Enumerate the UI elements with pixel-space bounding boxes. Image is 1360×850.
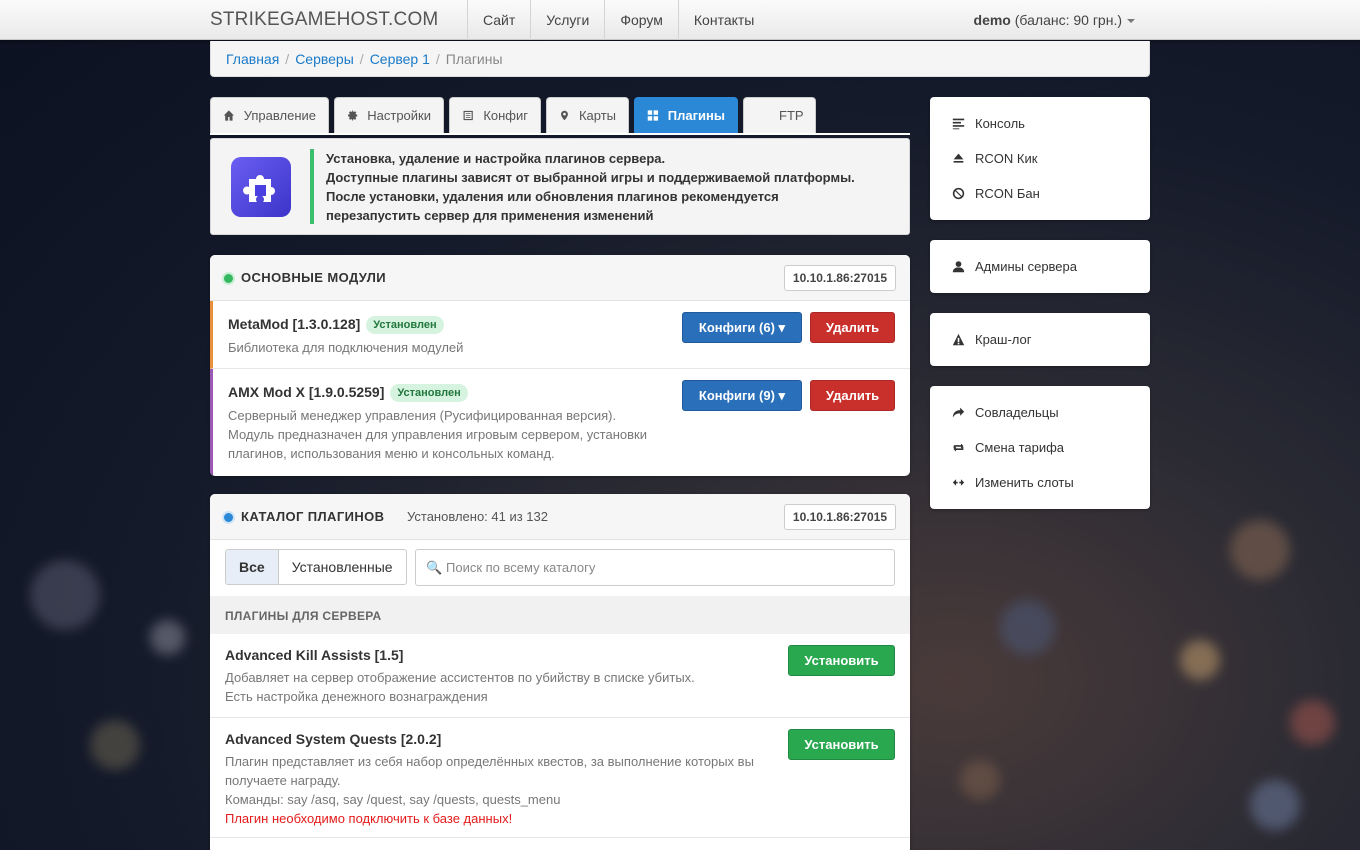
sidebar-item-crashlog[interactable]: Краш-лог bbox=[930, 322, 1150, 357]
tab-config[interactable]: Конфиг bbox=[449, 97, 541, 133]
user-name: demo bbox=[973, 12, 1011, 28]
catalog-filter: Все Установленные bbox=[225, 549, 407, 585]
filter-installed[interactable]: Установленные bbox=[279, 550, 406, 584]
server-ip: 10.10.1.86:27015 bbox=[783, 265, 896, 291]
tab-settings[interactable]: Настройки bbox=[334, 97, 444, 133]
module-name: MetaMod [1.3.0.128] bbox=[228, 316, 361, 332]
catalog-header: КАТАЛОГ ПЛАГИНОВ Установлено: 41 из 132 … bbox=[210, 494, 910, 540]
sidebar-item-admins[interactable]: Админы сервера bbox=[930, 249, 1150, 284]
breadcrumb: Главная / Серверы / Сервер 1/Плагины bbox=[210, 41, 1150, 77]
core-modules-title: ОСНОВНЫЕ МОДУЛИ bbox=[241, 270, 387, 285]
module-name: AMX Mod X [1.9.0.5259] bbox=[228, 384, 385, 400]
install-button[interactable]: Установить bbox=[788, 729, 895, 760]
nav-site[interactable]: Сайт bbox=[467, 0, 530, 40]
module-row: AMX Mod X [1.9.0.5259] Установлен Серверн… bbox=[210, 369, 910, 476]
breadcrumb-server[interactable]: Сервер 1 bbox=[370, 51, 430, 67]
tab-plugins[interactable]: Плагины bbox=[634, 97, 738, 133]
catalog-search-input[interactable]: 🔍 Поиск по всему каталогу bbox=[415, 549, 895, 586]
user-balance: (баланс: 90 грн.) bbox=[1014, 12, 1122, 28]
repeat-icon bbox=[953, 443, 964, 452]
tab-management[interactable]: Управление bbox=[210, 97, 329, 133]
sidebar-item-rcon-kick[interactable]: RCON Кик bbox=[930, 141, 1150, 176]
user-menu[interactable]: demo (баланс: 90 грн.) bbox=[974, 12, 1135, 28]
plugin-row: Advanced Kill Assists [1.5] Добавляет на… bbox=[210, 634, 910, 718]
configs-button[interactable]: Конфиги (6) ▾ bbox=[682, 312, 802, 343]
top-navbar: STRIKEGAMEHOST.COM Сайт Услуги Форум Кон… bbox=[0, 0, 1360, 40]
installed-badge: Установлен bbox=[366, 316, 444, 335]
ban-icon bbox=[952, 187, 965, 200]
sidebar-item-change-tariff[interactable]: Смена тарифа bbox=[930, 430, 1150, 465]
plugin-desc: Добавляет на сервер отображение ассистен… bbox=[225, 670, 695, 704]
nav-contacts[interactable]: Контакты bbox=[677, 0, 769, 40]
warning-icon bbox=[952, 333, 965, 346]
breadcrumb-home[interactable]: Главная bbox=[226, 51, 279, 67]
core-modules-panel: ОСНОВНЫЕ МОДУЛИ 10.10.1.86:27015 MetaMod… bbox=[210, 255, 910, 476]
info-accent-bar bbox=[310, 149, 314, 224]
module-desc: Серверный менеджер управления (Русифицир… bbox=[228, 408, 647, 461]
eject-icon bbox=[953, 153, 964, 163]
module-row: MetaMod [1.3.0.128] Установлен Библиотека… bbox=[210, 301, 910, 369]
plugin-catalog-panel: КАТАЛОГ ПЛАГИНОВ Установлено: 41 из 132 … bbox=[210, 494, 910, 850]
server-ip: 10.10.1.86:27015 bbox=[783, 504, 896, 530]
plugin-desc: Плагин представляет из себя набор опреде… bbox=[225, 752, 765, 828]
nav-services[interactable]: Услуги bbox=[530, 0, 604, 40]
configs-button[interactable]: Конфиги (9) ▾ bbox=[682, 380, 802, 411]
console-icon bbox=[952, 118, 965, 130]
delete-button[interactable]: Удалить bbox=[810, 312, 895, 343]
plugin-name: Advanced Kill Assists [1.5] bbox=[225, 647, 404, 663]
home-icon bbox=[223, 110, 234, 121]
delete-button[interactable]: Удалить bbox=[810, 380, 895, 411]
module-desc: Библиотека для подключения модулей bbox=[228, 340, 464, 355]
caret-down-icon bbox=[1127, 19, 1135, 24]
section-heading: ПЛАГИНЫ ДЛЯ СЕРВЕРА bbox=[210, 596, 910, 634]
sidebar-item-rcon-ban[interactable]: RCON Бан bbox=[930, 176, 1150, 211]
sidebar-account-group: Совладельцы Смена тарифа Изменить слоты bbox=[930, 386, 1150, 509]
sidebar-crashlog-group: Краш-лог bbox=[930, 313, 1150, 366]
sidebar-item-change-slots[interactable]: Изменить слоты bbox=[930, 465, 1150, 500]
map-marker-icon bbox=[561, 110, 568, 121]
installed-badge: Установлен bbox=[390, 384, 468, 403]
list-icon bbox=[463, 110, 473, 121]
plugins-info-box: Установка, удаление и настройка плагинов… bbox=[210, 138, 910, 235]
server-tabs: Управление Настройки Конфиг Карты Плагин… bbox=[210, 97, 910, 135]
sidebar-console-group: Консоль RCON Кик RCON Бан bbox=[930, 97, 1150, 220]
filter-all[interactable]: Все bbox=[226, 550, 279, 584]
core-modules-header: ОСНОВНЫЕ МОДУЛИ 10.10.1.86:27015 bbox=[210, 255, 910, 301]
info-text: Установка, удаление и настройка плагинов… bbox=[326, 151, 855, 223]
sidebar-item-console[interactable]: Консоль bbox=[930, 106, 1150, 141]
grid-icon bbox=[647, 110, 659, 121]
share-icon bbox=[952, 407, 965, 418]
gear-icon bbox=[348, 110, 358, 121]
user-icon bbox=[952, 261, 965, 273]
main-nav: Сайт Услуги Форум Контакты bbox=[467, 0, 769, 40]
puzzle-icon bbox=[231, 157, 291, 217]
install-button[interactable]: Установить bbox=[788, 645, 895, 676]
brand-logo[interactable]: STRIKEGAMEHOST.COM bbox=[210, 9, 438, 31]
sidebar-item-coowners[interactable]: Совладельцы bbox=[930, 395, 1150, 430]
search-icon: 🔍 bbox=[426, 560, 443, 575]
status-dot bbox=[224, 513, 233, 522]
plugin-name: Advanced System Quests [2.0.2] bbox=[225, 731, 442, 747]
sidebar-admins-group: Админы сервера bbox=[930, 240, 1150, 293]
installed-count: Установлено: 41 из 132 bbox=[407, 509, 548, 524]
breadcrumb-servers[interactable]: Серверы bbox=[295, 51, 354, 67]
tab-maps[interactable]: Карты bbox=[546, 97, 629, 133]
nav-forum[interactable]: Форум bbox=[604, 0, 678, 40]
breadcrumb-current: Плагины bbox=[445, 51, 503, 67]
plugin-warning: Плагин необходимо подключить к базе данн… bbox=[225, 811, 513, 826]
plugin-row: Advanced System Quests [2.0.2] Плагин пр… bbox=[210, 718, 910, 838]
resize-horizontal-icon bbox=[952, 479, 965, 486]
catalog-title: КАТАЛОГ ПЛАГИНОВ bbox=[241, 509, 385, 524]
status-dot bbox=[224, 274, 233, 283]
tab-ftp[interactable]: FTP bbox=[743, 97, 816, 133]
